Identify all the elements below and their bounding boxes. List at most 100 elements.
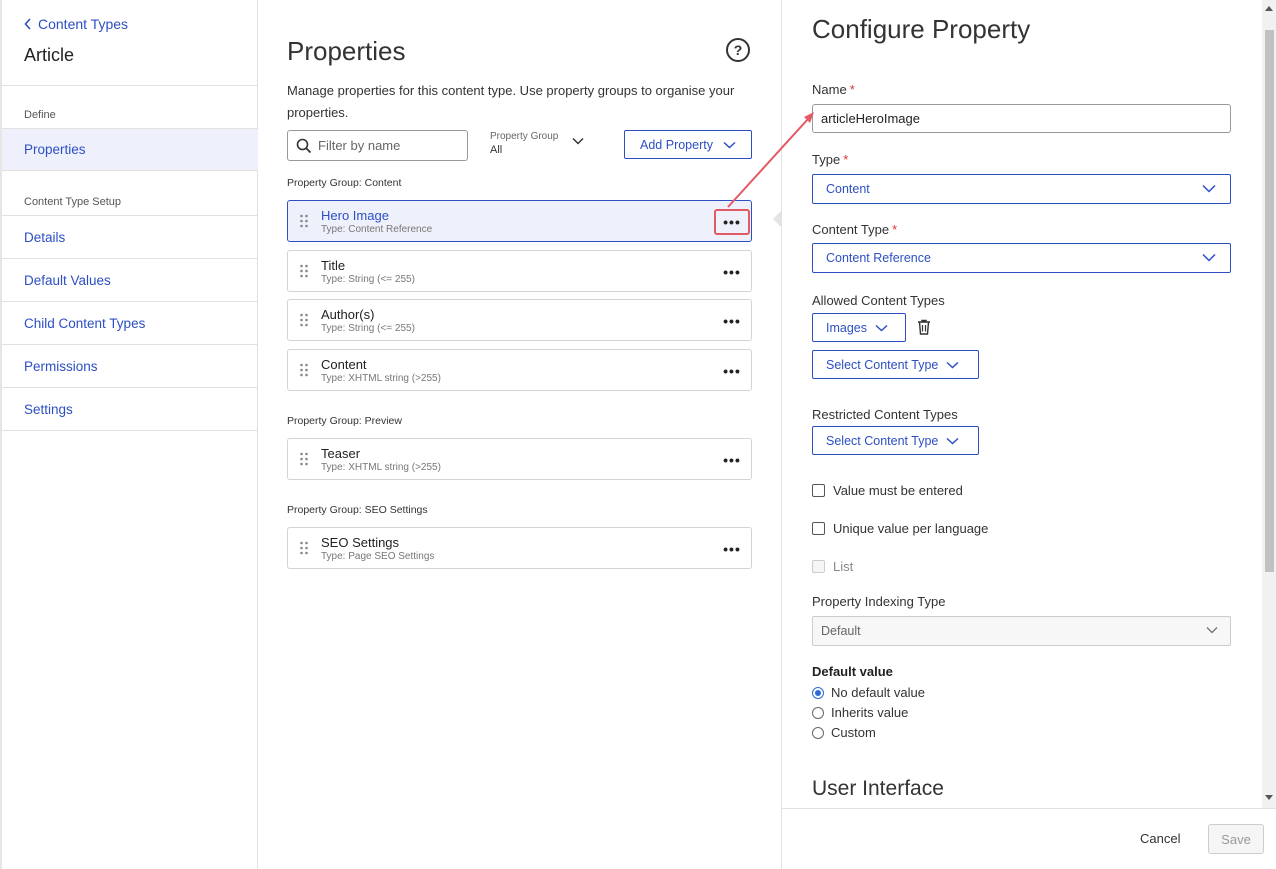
property-group-heading: Property Group: Preview [287, 415, 402, 427]
drag-handle-icon[interactable] [299, 214, 309, 228]
scroll-down-icon[interactable] [1265, 795, 1273, 800]
property-type: Type: String (<= 255) [321, 323, 415, 334]
trash-icon[interactable] [917, 319, 931, 335]
type-label-text: Type [812, 152, 841, 167]
property-type: Type: XHTML string (>255) [321, 373, 441, 384]
radio-button[interactable] [812, 706, 824, 719]
properties-pane: Properties ? Manage properties for this … [259, 0, 781, 869]
property-item-hero-image[interactable]: Hero Image Type: Content Reference ••• [287, 200, 752, 242]
property-name: SEO Settings [321, 535, 400, 550]
property-name: Author(s) [321, 307, 375, 322]
radio-no-default[interactable]: No default value [812, 685, 925, 700]
more-options-button[interactable]: ••• [714, 209, 750, 235]
sidebar: Content Types Article Define Properties … [0, 0, 258, 869]
type-select-value: Content [826, 182, 870, 196]
name-field[interactable]: articleHeroImage [812, 104, 1231, 133]
sidebar-item-details[interactable]: Details [2, 216, 258, 259]
property-type: Type: XHTML string (>255) [321, 462, 441, 473]
radio-label: Custom [831, 725, 876, 740]
property-item-title[interactable]: Title Type: String (<= 255) ••• [287, 250, 752, 292]
sidebar-item-label: Settings [24, 401, 73, 417]
property-group-value: All [490, 144, 503, 156]
property-name: Title [321, 258, 346, 273]
chevron-down-icon [875, 324, 888, 332]
filter-box[interactable] [287, 130, 468, 161]
radio-custom[interactable]: Custom [812, 725, 876, 740]
scroll-thumb[interactable] [1265, 30, 1274, 572]
cancel-button[interactable]: Cancel [1140, 831, 1180, 846]
type-select[interactable]: Content [812, 174, 1231, 204]
chevron-down-icon [723, 141, 736, 149]
scroll-up-icon[interactable] [1265, 6, 1273, 11]
drag-handle-icon[interactable] [299, 313, 309, 327]
allowed-content-types-label: Allowed Content Types [812, 293, 945, 308]
value-required-checkbox[interactable] [812, 484, 825, 497]
panel-scrollbar[interactable] [1262, 0, 1276, 808]
allowed-images-dropdown[interactable]: Images [812, 313, 906, 342]
drag-handle-icon[interactable] [299, 541, 309, 555]
chevron-left-icon [24, 18, 31, 30]
sidebar-item-label: Child Content Types [24, 315, 146, 331]
allowed-images-label: Images [826, 320, 867, 335]
unique-value-checkbox-row[interactable]: Unique value per language [812, 521, 988, 536]
drag-handle-icon[interactable] [299, 363, 309, 377]
select-content-type-label: Select Content Type [826, 433, 939, 448]
more-options-button[interactable]: ••• [714, 308, 750, 334]
list-label: List [833, 559, 854, 574]
property-group-select[interactable]: Property Group All [490, 131, 590, 161]
select-content-type-label: Select Content Type [826, 357, 939, 372]
chevron-down-icon [946, 361, 959, 369]
indexing-type-label: Property Indexing Type [812, 594, 946, 609]
sidebar-item-label: Properties [24, 142, 86, 157]
configure-property-panel: Configure Property Name * articleHeroImag… [781, 0, 1276, 869]
value-required-label: Value must be entered [833, 483, 963, 498]
more-options-button[interactable]: ••• [714, 259, 750, 285]
chevron-down-icon [572, 137, 584, 145]
help-icon[interactable]: ? [726, 38, 750, 62]
chevron-down-icon [1206, 627, 1218, 634]
sidebar-item-settings[interactable]: Settings [2, 388, 258, 431]
chevron-down-icon [1202, 184, 1216, 193]
add-property-label: Add Property [640, 137, 713, 152]
type-label: Type * [812, 152, 848, 167]
content-type-label: Content Type * [812, 222, 897, 237]
content-type-label-text: Content Type [812, 222, 890, 237]
search-icon [296, 138, 312, 153]
radio-button[interactable] [812, 686, 824, 699]
content-type-select[interactable]: Content Reference [812, 243, 1231, 273]
more-options-button[interactable]: ••• [714, 358, 750, 384]
value-required-checkbox-row[interactable]: Value must be entered [812, 483, 963, 498]
radio-inherits-value[interactable]: Inherits value [812, 705, 908, 720]
name-label: Name * [812, 82, 855, 97]
unique-value-checkbox[interactable] [812, 522, 825, 535]
back-to-content-types-link[interactable]: Content Types [24, 16, 128, 32]
property-type: Type: String (<= 255) [321, 274, 415, 285]
radio-button[interactable] [812, 726, 824, 739]
indexing-type-value: Default [821, 624, 861, 638]
restricted-select-content-type-button[interactable]: Select Content Type [812, 426, 979, 455]
property-item-authors[interactable]: Author(s) Type: String (<= 255) ••• [287, 299, 752, 341]
sidebar-item-properties[interactable]: Properties [2, 128, 258, 171]
more-options-button[interactable]: ••• [714, 447, 750, 473]
property-item-teaser[interactable]: Teaser Type: XHTML string (>255) ••• [287, 438, 752, 480]
more-options-button[interactable]: ••• [714, 536, 750, 562]
divider [2, 85, 258, 86]
sidebar-item-label: Permissions [24, 358, 98, 374]
panel-title: Configure Property [812, 14, 1031, 44]
filter-input[interactable] [318, 138, 458, 153]
property-group-heading: Property Group: Content [287, 177, 402, 189]
add-property-button[interactable]: Add Property [624, 130, 752, 159]
required-mark: * [843, 152, 849, 167]
property-item-content[interactable]: Content Type: XHTML string (>255) ••• [287, 349, 752, 391]
sidebar-item-child-content-types[interactable]: Child Content Types [2, 302, 258, 345]
drag-handle-icon[interactable] [299, 452, 309, 466]
page-description: Manage properties for this content type.… [287, 83, 735, 120]
save-button[interactable]: Save [1208, 824, 1264, 854]
allowed-select-content-type-button[interactable]: Select Content Type [812, 350, 979, 379]
sidebar-item-permissions[interactable]: Permissions [2, 345, 258, 388]
default-value-label: Default value [812, 664, 893, 679]
property-item-seo-settings[interactable]: SEO Settings Type: Page SEO Settings ••• [287, 527, 752, 569]
indexing-type-select: Default [812, 616, 1231, 646]
sidebar-item-default-values[interactable]: Default Values [2, 259, 258, 302]
drag-handle-icon[interactable] [299, 264, 309, 278]
